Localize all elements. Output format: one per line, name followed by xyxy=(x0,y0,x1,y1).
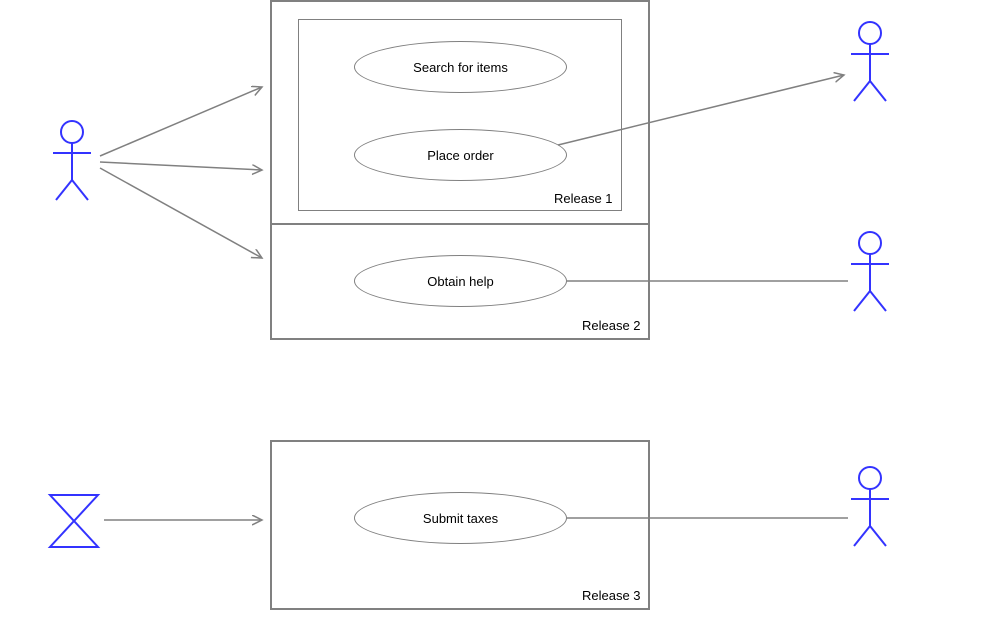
actor-customer xyxy=(53,121,91,200)
usecase-place: Place order xyxy=(354,129,567,181)
usecase-help-label: Obtain help xyxy=(427,274,494,289)
release3-label: Release 3 xyxy=(582,588,641,603)
release2-label: Release 2 xyxy=(582,318,641,333)
usecase-help: Obtain help xyxy=(354,255,567,307)
arrow-customer-to-place xyxy=(100,162,262,170)
arrow-customer-to-release2 xyxy=(100,168,262,258)
usecase-place-label: Place order xyxy=(427,148,493,163)
actor-topright xyxy=(851,22,889,101)
actor-tax xyxy=(851,467,889,546)
usecase-taxes-label: Submit taxes xyxy=(423,511,498,526)
release1-label: Release 1 xyxy=(554,191,613,206)
usecase-taxes: Submit taxes xyxy=(354,492,567,544)
arrow-customer-to-search xyxy=(100,87,262,156)
actor-help xyxy=(851,232,889,311)
divider-line xyxy=(272,223,648,225)
timer-icon xyxy=(50,495,98,547)
usecase-search-label: Search for items xyxy=(413,60,508,75)
usecase-search: Search for items xyxy=(354,41,567,93)
